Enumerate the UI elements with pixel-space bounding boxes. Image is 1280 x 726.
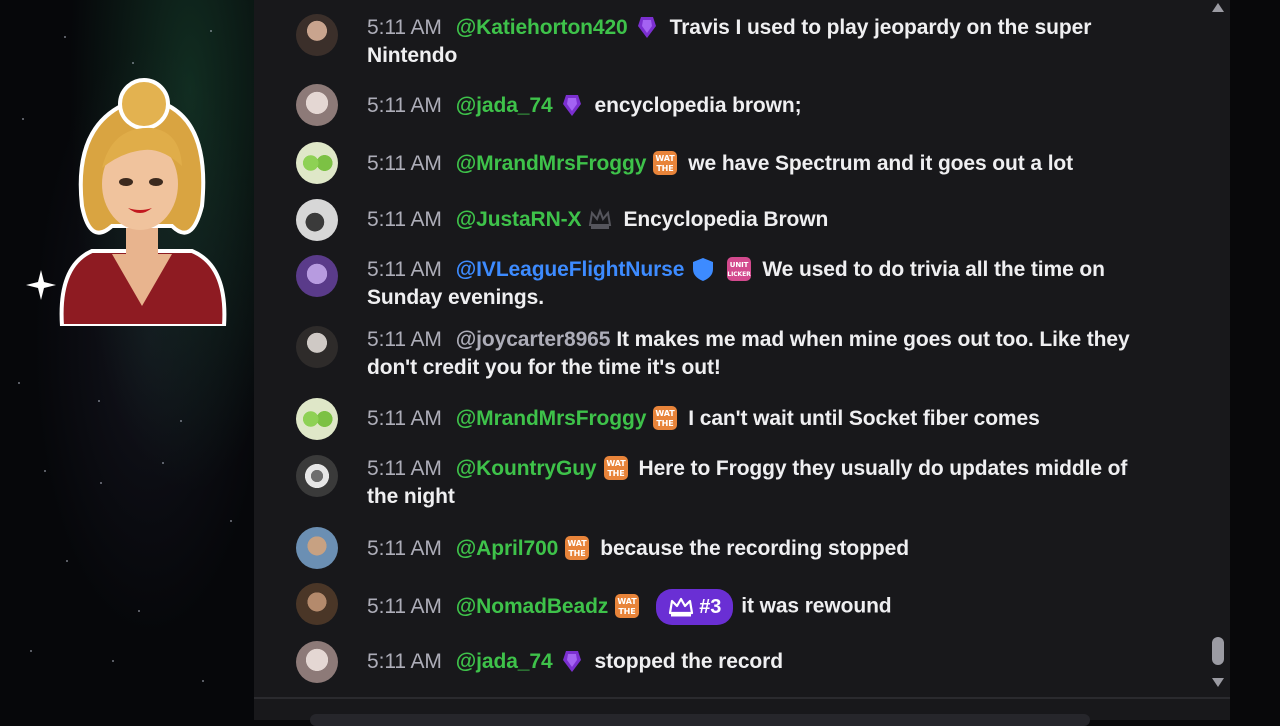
chat-panel: 5:11 AM @Katiehorton420 Travis I used to p…: [254, 0, 1230, 720]
svg-text:THE: THE: [569, 549, 586, 558]
wat-the-badge-icon[interactable]: WAT THE: [603, 455, 629, 481]
wat-the-badge-icon[interactable]: WAT THE: [564, 535, 590, 561]
message-username[interactable]: @joycarter8965: [456, 328, 611, 351]
wat-the-badge-icon[interactable]: WAT THE: [652, 150, 678, 176]
message-username[interactable]: @Katiehorton420: [456, 16, 628, 39]
message-username[interactable]: @MrandMrsFroggy: [456, 152, 647, 175]
svg-text:WAT: WAT: [568, 539, 588, 548]
user-avatar[interactable]: [296, 255, 338, 297]
message-username[interactable]: @IVLeagueFlightNurse: [456, 258, 685, 281]
message-timestamp: 5:11 AM: [367, 537, 442, 560]
user-avatar[interactable]: [296, 583, 338, 625]
user-avatar[interactable]: [296, 398, 338, 440]
purple-gem-badge-icon[interactable]: [634, 14, 660, 40]
svg-text:WAT: WAT: [656, 409, 676, 418]
user-avatar[interactable]: [296, 14, 338, 56]
message-username[interactable]: @KountryGuy: [456, 457, 597, 480]
stream-overlay-panel: [0, 0, 254, 720]
wat-the-badge-icon[interactable]: WAT THE: [652, 405, 678, 431]
wat-the-badge-icon[interactable]: WAT THE: [614, 593, 640, 619]
message-username[interactable]: @JustaRN-X: [456, 208, 582, 231]
message-text: Encyclopedia Brown: [623, 208, 829, 231]
user-avatar[interactable]: [296, 326, 338, 368]
message-timestamp: 5:11 AM: [367, 16, 442, 39]
svg-text:THE: THE: [657, 419, 674, 428]
message-text: because the recording stopped: [600, 537, 909, 560]
message-text: I can't wait until Socket fiber comes: [688, 407, 1040, 430]
stream-overlay-right-edge: [1230, 0, 1280, 720]
chat-message-list[interactable]: 5:11 AM @Katiehorton420 Travis I used to p…: [254, 0, 1230, 696]
message-timestamp: 5:11 AM: [367, 407, 442, 430]
message-username[interactable]: @NomadBeadz: [456, 595, 609, 618]
streamer-mascot-illustration: [59, 78, 227, 326]
message-text: encyclopedia brown;: [594, 94, 802, 117]
user-avatar[interactable]: [296, 527, 338, 569]
rank-number: #3: [699, 596, 722, 618]
crown-icon: [669, 597, 694, 617]
user-avatar[interactable]: [296, 199, 338, 241]
scroll-down-arrow-icon[interactable]: [1210, 676, 1226, 690]
message-timestamp: 5:11 AM: [367, 328, 442, 351]
unit-licker-badge-icon[interactable]: UNIT LICKER: [726, 256, 752, 282]
message-username[interactable]: @jada_74: [456, 94, 553, 117]
svg-text:THE: THE: [657, 164, 674, 173]
svg-text:THE: THE: [619, 607, 636, 616]
chat-input-field[interactable]: [310, 714, 1090, 726]
chat-input-divider: [254, 697, 1230, 699]
message-username[interactable]: @jada_74: [456, 650, 553, 673]
svg-text:WAT: WAT: [606, 459, 626, 468]
svg-text:THE: THE: [607, 469, 624, 478]
purple-gem-badge-icon[interactable]: [559, 92, 585, 118]
message-timestamp: 5:11 AM: [367, 457, 442, 480]
user-avatar[interactable]: [296, 455, 338, 497]
sparkle-cursor-icon: [26, 270, 56, 300]
message-username[interactable]: @MrandMrsFroggy: [456, 407, 647, 430]
message-username[interactable]: @April700: [456, 537, 559, 560]
purple-gem-badge-icon[interactable]: [559, 648, 585, 674]
svg-text:WAT: WAT: [618, 597, 638, 606]
svg-text:LICKER: LICKER: [728, 271, 752, 278]
user-avatar[interactable]: [296, 641, 338, 683]
svg-text:WAT: WAT: [656, 154, 676, 163]
user-avatar[interactable]: [296, 142, 338, 184]
shield-badge-icon[interactable]: [690, 256, 716, 282]
scroll-up-arrow-icon[interactable]: [1210, 0, 1226, 14]
crown-badge-icon[interactable]: [587, 206, 613, 232]
leaderboard-rank-chip[interactable]: #3: [656, 589, 734, 625]
message-text: stopped the record: [594, 650, 783, 673]
message-timestamp: 5:11 AM: [367, 208, 442, 231]
message-timestamp: 5:11 AM: [367, 94, 442, 117]
message-text: it was rewound: [741, 594, 892, 618]
chat-scrollbar-thumb[interactable]: [1212, 637, 1224, 665]
svg-text:UNIT: UNIT: [730, 261, 749, 269]
message-timestamp: 5:11 AM: [367, 258, 442, 281]
message-timestamp: 5:11 AM: [367, 650, 442, 673]
message-text: we have Spectrum and it goes out a lot: [688, 152, 1074, 175]
message-timestamp: 5:11 AM: [367, 152, 442, 175]
user-avatar[interactable]: [296, 84, 338, 126]
message-timestamp: 5:11 AM: [367, 594, 442, 618]
